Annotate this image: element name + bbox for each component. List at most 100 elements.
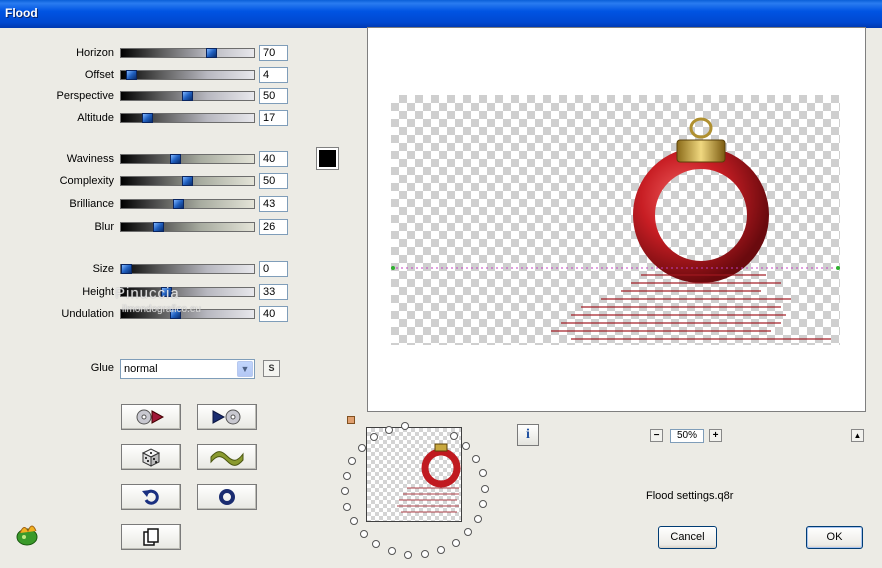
ring-dot (474, 515, 482, 523)
horizon-value-input[interactable]: 70 (259, 45, 288, 61)
ring-dot (372, 540, 380, 548)
undo-button[interactable] (121, 484, 181, 510)
zoom-out-button[interactable]: − (650, 429, 663, 442)
ring-dot (401, 422, 409, 430)
size-value-input[interactable]: 0 (259, 261, 288, 277)
glue-value: normal (124, 363, 158, 375)
waviness-slider-thumb[interactable] (170, 154, 181, 164)
brilliance-slider[interactable] (120, 199, 255, 209)
glue-dropdown[interactable]: normal ▼ (120, 359, 255, 379)
navigator-thumbnail[interactable] (366, 427, 462, 522)
ring-dot (385, 426, 393, 434)
blur-slider[interactable] (120, 222, 255, 232)
perspective-slider[interactable] (120, 91, 255, 101)
altitude-label: Altitude (77, 112, 114, 124)
title-bar: Flood (0, 0, 882, 28)
ornament-thumbnail (397, 443, 461, 513)
horizon-slider-thumb[interactable] (206, 48, 217, 58)
offset-slider-thumb[interactable] (126, 70, 137, 80)
dice-icon (141, 448, 161, 467)
settings-filename: Flood settings.q8r (646, 490, 734, 502)
ring-dot (481, 485, 489, 493)
chevron-down-icon[interactable]: ▼ (237, 361, 253, 377)
brilliance-label: Brilliance (69, 198, 114, 210)
perspective-label: Perspective (56, 90, 114, 102)
height-value-input[interactable]: 33 (259, 284, 288, 300)
ring-dot (358, 444, 366, 452)
ring-dot (343, 472, 351, 480)
offset-slider[interactable] (120, 70, 255, 80)
window-title: Flood (5, 6, 38, 20)
ring-dot (437, 546, 445, 554)
watermark-name: Pinuccia (115, 285, 180, 302)
record-back-icon (136, 409, 165, 425)
waviness-slider[interactable] (120, 154, 255, 164)
brilliance-value-input[interactable]: 43 (259, 196, 288, 212)
waviness-value-input[interactable]: 40 (259, 151, 288, 167)
complexity-slider[interactable] (120, 176, 255, 186)
ring-dot (464, 528, 472, 536)
perspective-value-input[interactable]: 50 (259, 88, 288, 104)
ring-icon (219, 489, 235, 505)
ring-dot (341, 487, 349, 495)
ornament-image (391, 117, 840, 340)
ring-dot (343, 503, 351, 511)
copy-button[interactable] (121, 524, 181, 550)
ring-dot (479, 500, 487, 508)
undo-icon (142, 489, 159, 505)
ring-dot (370, 433, 378, 441)
collapse-button[interactable]: ▲ (851, 429, 864, 442)
glue-s-button[interactable]: S (263, 360, 280, 377)
ring-dot (388, 547, 396, 555)
offset-value-input[interactable]: 4 (259, 67, 288, 83)
cancel-button[interactable]: Cancel (658, 526, 717, 549)
complexity-label: Complexity (59, 175, 114, 187)
previous-preset-button[interactable] (121, 404, 181, 430)
ok-button[interactable]: OK (806, 526, 863, 549)
horizon-label: Horizon (76, 47, 114, 59)
ring-dot (360, 530, 368, 538)
app-logo-icon (16, 525, 38, 546)
offset-label: Offset (84, 69, 114, 81)
horizon-slider[interactable] (120, 48, 255, 58)
record-forward-icon (212, 409, 241, 425)
reset-button[interactable] (197, 484, 257, 510)
altitude-value-input[interactable]: 17 (259, 110, 288, 126)
next-preset-button[interactable] (197, 404, 257, 430)
wave-button[interactable] (197, 444, 257, 470)
ring-dot (472, 455, 480, 463)
ring-dot (404, 551, 412, 559)
ring-dot (462, 442, 470, 450)
complexity-slider-thumb[interactable] (182, 176, 193, 186)
randomize-button[interactable] (121, 444, 181, 470)
waviness-label: Waviness (66, 153, 114, 165)
size-label: Size (92, 263, 114, 275)
blur-label: Blur (94, 221, 114, 233)
zoom-in-button[interactable]: + (709, 429, 722, 442)
altitude-slider[interactable] (120, 113, 255, 123)
ring-dot (479, 469, 487, 477)
preview-panel[interactable] (367, 27, 866, 412)
complexity-value-input[interactable]: 50 (259, 173, 288, 189)
ring-dot (421, 550, 429, 558)
ring-dot (450, 432, 458, 440)
size-slider-thumb[interactable] (121, 264, 132, 274)
flood-color-swatch[interactable] (316, 147, 339, 170)
undulation-value-input[interactable]: 40 (259, 306, 288, 322)
navigator-handle[interactable] (347, 416, 355, 424)
info-button[interactable]: i (517, 424, 539, 446)
zoom-level[interactable]: 50% (670, 429, 704, 443)
perspective-slider-thumb[interactable] (182, 91, 193, 101)
altitude-slider-thumb[interactable] (142, 113, 153, 123)
ring-dot (350, 517, 358, 525)
preview-canvas[interactable] (391, 95, 840, 345)
size-slider[interactable] (120, 264, 255, 274)
height-label: Height (82, 286, 114, 298)
undulation-label: Undulation (61, 308, 114, 320)
blur-slider-thumb[interactable] (153, 222, 164, 232)
watermark-url: ilmondografico.eu (122, 304, 201, 315)
glue-label: Glue (90, 362, 114, 374)
brilliance-slider-thumb[interactable] (173, 199, 184, 209)
ring-dot (348, 457, 356, 465)
blur-value-input[interactable]: 26 (259, 219, 288, 235)
